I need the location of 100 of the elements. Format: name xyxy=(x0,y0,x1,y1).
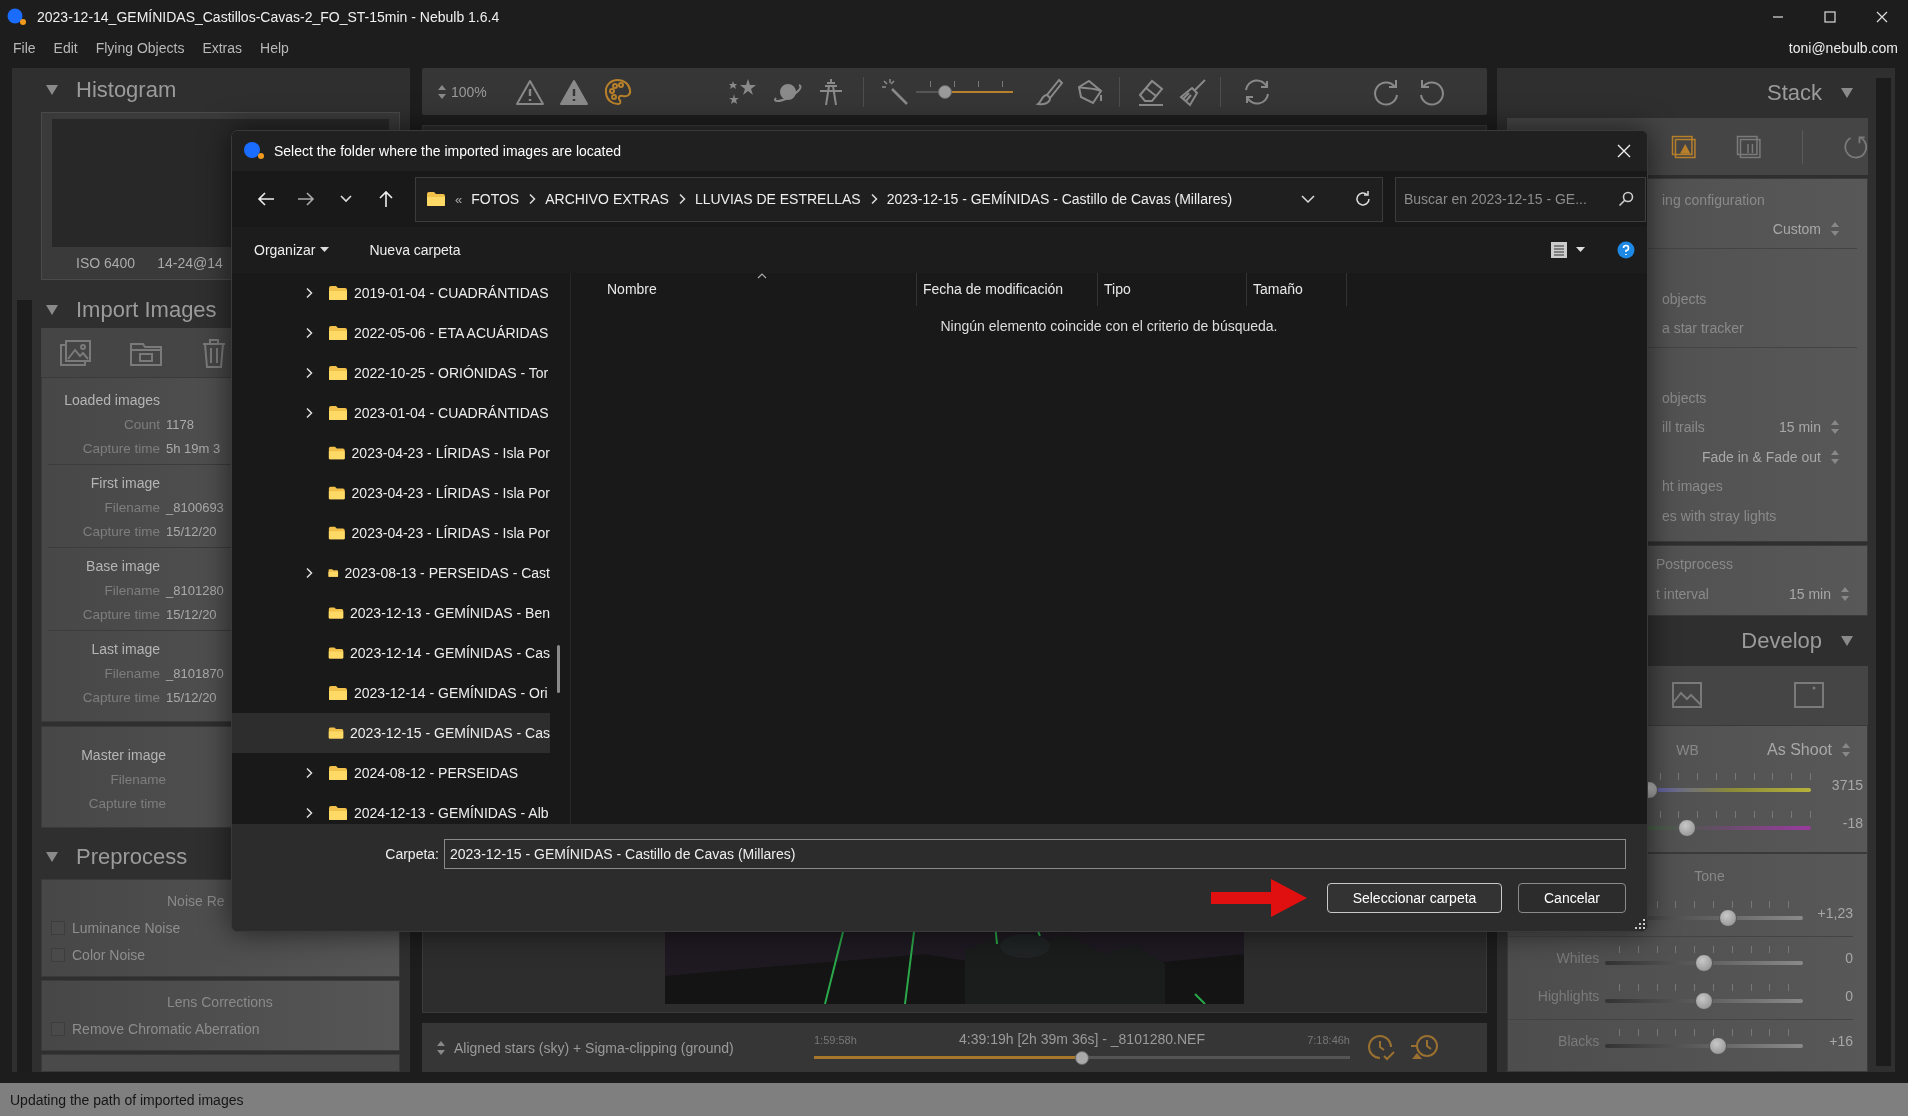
folder-tree-item[interactable]: 2022-10-25 - ORIÓNIDAS - Tor xyxy=(232,353,550,393)
start-time: 1:59:58h xyxy=(814,1033,857,1046)
slider[interactable] xyxy=(1605,945,1803,970)
disclosure-triangle-icon[interactable] xyxy=(1840,86,1854,100)
disclosure-triangle-icon[interactable] xyxy=(1840,633,1854,648)
back-icon[interactable] xyxy=(257,190,275,208)
folder-name: 2023-12-15 - GEMÍNIDAS - Cas xyxy=(350,725,550,741)
group-heading: Loaded images xyxy=(63,391,160,411)
maximize-icon[interactable] xyxy=(1824,10,1836,23)
folder-icon xyxy=(328,645,345,661)
folder-tree-item[interactable]: 2023-08-13 - PERSEIDAS - Cast xyxy=(232,553,550,593)
address-bar[interactable]: « FOTOS ARCHIVO EXTRAS LLUVIAS DE ESTRELLAS 2023-12-15 - GEMÍNIDAS - Castillo de Cavas (Millares) xyxy=(415,176,1383,222)
dropdown-icon[interactable] xyxy=(1301,194,1315,204)
close-icon[interactable] xyxy=(1876,10,1888,23)
slider[interactable] xyxy=(1605,983,1803,1008)
field-value: 5h 19m 3 xyxy=(166,440,221,456)
search-field[interactable]: Buscar en 2023-12-15 - GE... xyxy=(1395,176,1646,222)
close-icon[interactable] xyxy=(1617,144,1631,158)
organize-menu[interactable]: Organizar xyxy=(246,236,338,264)
group-heading: Last image xyxy=(90,640,160,660)
folder-tree-item[interactable]: 2023-12-14 - GEMÍNIDAS - Cas xyxy=(232,633,550,673)
folder-icon xyxy=(328,605,344,621)
slider-thumb[interactable] xyxy=(1694,953,1713,972)
folder-name: 2019-01-04 - CUADRÁNTIDAS xyxy=(354,285,549,301)
breadcrumb-item[interactable]: 2023-12-15 - GEMÍNIDAS - Castillo de Cavas (Millares) xyxy=(886,191,1233,207)
folder-tree-item[interactable]: 2023-12-15 - GEMÍNIDAS - Cas xyxy=(232,713,550,753)
breadcrumb-item[interactable]: ARCHIVO EXTRAS xyxy=(545,191,669,207)
slider-thumb[interactable] xyxy=(1694,991,1713,1010)
checkbox-label: Remove Chromatic Aberration xyxy=(72,1020,260,1037)
photos-icon[interactable] xyxy=(59,337,93,368)
magic-wand-icon[interactable] xyxy=(879,76,910,107)
expand-chevron-icon[interactable] xyxy=(305,767,313,779)
folder-tree-item[interactable]: 2023-01-04 - CUADRÁNTIDAS xyxy=(232,393,550,433)
folder-tree-item[interactable]: 2023-04-23 - LÍRIDAS - Isla Por xyxy=(232,513,550,553)
menu-item[interactable]: Edit xyxy=(44,40,87,56)
warning-icon[interactable] xyxy=(514,77,545,106)
scrollbar-thumb[interactable] xyxy=(557,645,560,693)
warning-icon[interactable] xyxy=(558,77,589,106)
broom-icon[interactable] xyxy=(1177,76,1208,107)
slider-value: +16 xyxy=(1828,1032,1853,1049)
expand-chevron-icon[interactable] xyxy=(305,327,313,339)
folder-icon xyxy=(328,805,348,821)
folder-tree-item[interactable]: 2024-08-12 - PERSEIDAS xyxy=(232,753,550,793)
slider-thumb[interactable] xyxy=(937,84,952,99)
palette-icon[interactable] xyxy=(602,76,633,107)
menu-item[interactable]: File xyxy=(4,40,45,56)
account-email[interactable]: toni@nebulb.com xyxy=(1788,40,1898,56)
folder-tree-item[interactable]: 2023-04-23 - LÍRIDAS - Isla Por xyxy=(232,433,550,473)
column-header[interactable]: Tamaño xyxy=(1247,273,1347,306)
slider-value: +1,23 xyxy=(1816,904,1853,921)
folder-tree-item[interactable]: 2023-12-13 - GEMÍNIDAS - Ben xyxy=(232,593,550,633)
breadcrumb-item[interactable]: FOTOS xyxy=(471,191,520,207)
folder-tree-item[interactable]: 2023-12-14 - GEMÍNIDAS - Ori xyxy=(232,673,550,713)
folder-tree-item[interactable]: 2022-05-06 - ETA ACUÁRIDAS xyxy=(232,313,550,353)
slider-thumb[interactable] xyxy=(1718,908,1737,927)
up-icon[interactable] xyxy=(377,190,395,208)
expand-chevron-icon[interactable] xyxy=(305,367,313,379)
disclosure-triangle-icon[interactable] xyxy=(45,82,59,97)
caret-icon xyxy=(1576,247,1585,253)
slider-thumb[interactable] xyxy=(1708,1036,1727,1055)
folder-tree-item[interactable]: 2024-12-13 - GEMÍNIDAS - Alb xyxy=(232,793,550,824)
expand-chevron-icon[interactable] xyxy=(305,287,313,299)
folder-name: 2023-01-04 - CUADRÁNTIDAS xyxy=(354,405,549,421)
expand-chevron-icon[interactable] xyxy=(305,807,313,819)
help-icon[interactable] xyxy=(1617,241,1635,259)
slider[interactable] xyxy=(1605,1028,1803,1053)
folder-icon xyxy=(328,325,348,341)
menu-item[interactable]: Extras xyxy=(193,40,252,56)
forward-icon[interactable] xyxy=(297,190,315,208)
refresh-icon[interactable] xyxy=(1353,190,1372,208)
slider-thumb[interactable] xyxy=(1075,1050,1089,1065)
frame-icon[interactable] xyxy=(1793,681,1825,709)
landscape-icon[interactable] xyxy=(1671,681,1703,709)
column-header[interactable]: Tipo xyxy=(1098,273,1247,306)
dialog-title: Select the folder where the imported images are located xyxy=(274,143,623,159)
zoom-level[interactable]: 100% xyxy=(451,83,487,100)
field-value: 1178 xyxy=(166,416,194,432)
column-header[interactable]: Fecha de modificación xyxy=(917,273,1098,306)
slider-thumb[interactable] xyxy=(1678,818,1697,837)
clock-check-icon[interactable] xyxy=(1366,1032,1396,1063)
breadcrumb-item[interactable]: LLUVIAS DE ESTRELLAS xyxy=(694,191,861,207)
spinner-icon[interactable] xyxy=(437,83,447,100)
expand-chevron-icon[interactable] xyxy=(305,407,313,419)
brush-icon[interactable] xyxy=(1034,76,1063,107)
expand-chevron-icon[interactable] xyxy=(305,567,313,579)
cancel-button[interactable]: Cancelar xyxy=(1518,883,1626,913)
overflow-marker[interactable]: « xyxy=(455,191,463,207)
menu-item[interactable]: Help xyxy=(251,40,298,56)
blend-mode-selector[interactable]: Aligned stars (sky) + Sigma-clipping (ground) xyxy=(454,1039,814,1056)
resize-grip-icon[interactable] xyxy=(1635,919,1645,929)
folder-field[interactable]: 2023-12-15 - GEMÍNIDAS - Castillo de Cavas (Millares) xyxy=(444,839,1626,869)
spinner-icon[interactable] xyxy=(436,1039,446,1056)
folder-tree-item[interactable]: 2019-01-04 - CUADRÁNTIDAS xyxy=(232,273,550,313)
new-folder-button[interactable]: Nueva carpeta xyxy=(361,236,469,264)
menu-item[interactable]: Flying Objects xyxy=(86,40,194,56)
select-folder-button[interactable]: Seleccionar carpeta xyxy=(1327,883,1502,913)
column-header[interactable]: Nombre xyxy=(571,273,917,306)
search-icon[interactable] xyxy=(1618,190,1634,207)
slider-value: 0 xyxy=(1844,987,1853,1004)
folder-tree-item[interactable]: 2023-04-23 - LÍRIDAS - Isla Por xyxy=(232,473,550,513)
